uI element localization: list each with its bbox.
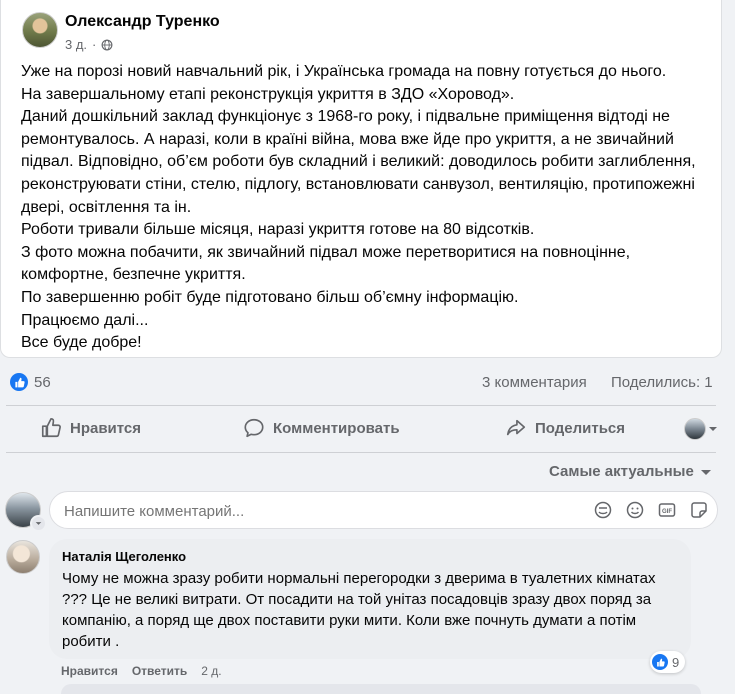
share-button[interactable]: Поделиться (505, 408, 625, 448)
comment-text: Чому не можна зразу робити нормальні пер… (62, 570, 656, 650)
post-actions: Нравится Комментировать Поделиться (0, 408, 735, 448)
emoji-icon[interactable] (625, 500, 645, 520)
chevron-down-icon[interactable] (30, 515, 47, 532)
comment-time[interactable]: 2 д. (201, 664, 221, 678)
divider (6, 452, 716, 453)
post-card: Олександр Туренко 3 д. · Уже на порозі н… (0, 0, 722, 358)
comment-button[interactable]: Комментировать (243, 408, 400, 448)
next-comment-bubble (61, 684, 701, 694)
avatar-sticker-icon[interactable] (593, 500, 613, 520)
comment-reaction-count: 9 (672, 654, 680, 670)
share-arrow-icon (506, 419, 526, 436)
svg-text:GIF: GIF (662, 509, 672, 515)
comment-button-label: Комментировать (273, 419, 400, 437)
comment-actions: Нравится Ответить 2 д. (61, 664, 222, 678)
post-time[interactable]: 3 д. (65, 37, 87, 52)
comment-author[interactable]: Наталія Щеголенко (62, 549, 186, 564)
comment-composer[interactable]: GIF (49, 491, 718, 529)
post-author[interactable]: Олександр Туренко (65, 13, 220, 31)
speech-bubble-icon (244, 418, 264, 438)
sort-label: Самые актуальные (549, 463, 694, 480)
chevron-down-icon (709, 427, 717, 431)
comment-reply-link[interactable]: Ответить (132, 664, 187, 678)
comment-input[interactable] (62, 502, 546, 521)
shares-count[interactable]: Поделились: 1 (611, 374, 713, 391)
comment-bubble: Наталія Щеголенко Чому не можна зразу ро… (49, 539, 691, 659)
mini-avatar (684, 418, 706, 440)
commenter-avatar[interactable] (6, 540, 40, 574)
like-button-label: Нравится (70, 419, 142, 437)
like-reaction-icon (652, 654, 668, 670)
comment-reactions[interactable]: 9 (650, 651, 686, 673)
sort-dropdown[interactable]: Самые актуальные (549, 463, 712, 480)
sticker-icon[interactable] (689, 500, 709, 520)
divider (6, 405, 716, 406)
comments-count[interactable]: 3 комментария (482, 374, 587, 391)
globe-icon (101, 39, 113, 50)
like-button[interactable]: Нравится (40, 408, 141, 448)
gif-icon[interactable]: GIF (657, 500, 677, 520)
thumbs-up-icon (41, 418, 61, 438)
profile-switcher[interactable] (684, 418, 718, 440)
post-meta: 3 д. · (65, 37, 113, 52)
caret-down-icon (700, 469, 711, 475)
like-reaction-icon[interactable] (10, 373, 28, 391)
share-button-label: Поделиться (535, 419, 626, 437)
composer-icons: GIF (593, 500, 709, 520)
author-avatar[interactable] (22, 12, 58, 48)
post-stats: 56 3 комментария Поделились: 1 (0, 368, 735, 398)
post-text: Уже на порозі новий навчальний рік, і Ук… (21, 63, 696, 352)
comment-like-link[interactable]: Нравится (61, 664, 118, 678)
like-count[interactable]: 56 (34, 374, 51, 391)
